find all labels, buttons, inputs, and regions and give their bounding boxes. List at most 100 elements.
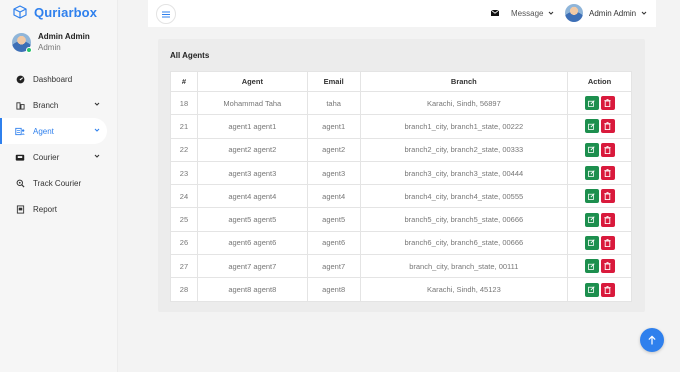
menu-toggle-button[interactable]: [156, 4, 176, 24]
edit-button[interactable]: [584, 119, 599, 134]
cell-branch: branch_city, branch_state, 00111: [359, 254, 569, 279]
delete-button[interactable]: [600, 166, 615, 181]
cell-agent: Mohammad Taha: [196, 90, 308, 116]
cell-id: 25: [170, 207, 198, 232]
delete-button[interactable]: [600, 119, 615, 134]
edit-button[interactable]: [584, 96, 599, 111]
cell-agent: agent8 agent8: [196, 277, 308, 302]
user-name: Admin Admin: [589, 8, 637, 18]
edit-button[interactable]: [584, 282, 599, 297]
arrow-up-icon: [648, 335, 656, 345]
cell-branch: branch6_city, branch6_state, 00666: [359, 230, 569, 256]
column-header-branch: Branch: [359, 71, 569, 92]
cell-id: 18: [170, 90, 198, 116]
cell-id: 28: [170, 277, 198, 302]
sidebar: Quriarbox Admin Admin Admin Dashboard Br…: [0, 0, 118, 372]
cell-email: agent6: [306, 230, 361, 256]
delete-button[interactable]: [600, 235, 615, 250]
delete-button[interactable]: [600, 282, 615, 297]
trash-icon: [604, 99, 611, 108]
table-row: 22 agent2 agent2 agent2 branch2_city, branc…: [170, 137, 632, 162]
table-row: 21 agent1 agent1 agent1 branch1_city, branc…: [170, 114, 632, 139]
scroll-to-top-button[interactable]: [640, 328, 664, 352]
edit-button[interactable]: [584, 189, 599, 204]
cell-agent: agent1 agent1: [196, 114, 308, 139]
branch-icon: [15, 100, 25, 110]
cell-email: agent4: [306, 184, 361, 209]
delete-button[interactable]: [600, 259, 615, 274]
avatar: [12, 33, 32, 54]
cell-email: agent2: [306, 137, 361, 162]
column-header-agent: Agent: [196, 71, 308, 92]
edit-button[interactable]: [584, 212, 599, 227]
trash-icon: [604, 215, 611, 224]
edit-button[interactable]: [584, 142, 599, 157]
topbar: Message Admin Admin: [148, 0, 656, 27]
cell-branch: branch1_city, branch1_state, 00222: [359, 114, 569, 139]
trash-icon: [604, 192, 611, 201]
message-dropdown[interactable]: Message: [488, 6, 554, 20]
cell-agent: agent6 agent6: [196, 230, 308, 256]
edit-icon: [588, 100, 595, 107]
cell-branch: branch2_city, branch2_state, 00333: [359, 137, 569, 162]
sidebar-item-label: Branch: [33, 100, 59, 110]
chevron-down-icon: [94, 128, 100, 132]
cell-branch: Karachi, Sindh, 56897: [359, 90, 569, 116]
sidebar-item-track-courier[interactable]: Track Courier: [0, 170, 118, 196]
edit-button[interactable]: [584, 259, 599, 274]
edit-button[interactable]: [584, 166, 599, 181]
cell-email: agent1: [306, 114, 361, 139]
sidebar-item-courier[interactable]: Courier: [0, 144, 118, 170]
edit-button[interactable]: [584, 235, 599, 250]
cell-email: agent7: [306, 254, 361, 279]
sidebar-item-dashboard[interactable]: Dashboard: [0, 66, 118, 92]
table-row: 25 agent5 agent5 agent5 branch5_city, branc…: [170, 207, 632, 232]
card-title: All Agents: [170, 51, 210, 60]
sidebar-item-label: Track Courier: [33, 178, 82, 188]
edit-icon: [588, 286, 595, 293]
cell-id: 22: [170, 137, 198, 162]
trash-icon: [604, 145, 611, 154]
cell-email: taha: [306, 90, 361, 116]
delete-button[interactable]: [600, 189, 615, 204]
delete-button[interactable]: [600, 212, 615, 227]
table-row: 27 agent7 agent7 agent7 branch_city, branch…: [170, 254, 632, 279]
cell-id: 27: [170, 254, 198, 279]
box-logo-icon: [13, 5, 27, 19]
report-icon: [15, 204, 25, 214]
edit-icon: [588, 146, 595, 154]
hamburger-icon: [162, 11, 170, 17]
delete-button[interactable]: [600, 96, 615, 111]
sidebar-item-agent[interactable]: Agent: [0, 118, 107, 144]
chevron-down-icon: [549, 11, 554, 15]
cell-branch: branch3_city, branch3_state, 00444: [359, 160, 569, 186]
cell-id: 26: [170, 230, 198, 256]
sidebar-item-branch[interactable]: Branch: [0, 92, 118, 118]
edit-icon: [588, 263, 595, 270]
user-dropdown[interactable]: Admin Admin: [565, 4, 647, 22]
cell-id: 23: [170, 160, 198, 186]
avatar: [565, 4, 583, 22]
cell-email: agent3: [306, 160, 361, 186]
cell-agent: agent4 agent4: [196, 184, 308, 209]
trash-icon: [604, 169, 611, 178]
delete-button[interactable]: [600, 142, 615, 157]
sidebar-profile[interactable]: Admin Admin Admin: [12, 32, 90, 54]
table-row: 18 Mohammad Taha taha Karachi, Sindh, 56897: [170, 90, 632, 116]
edit-icon: [588, 216, 595, 223]
track-icon: [15, 178, 25, 188]
cell-action: [567, 184, 632, 209]
chevron-down-icon: [641, 11, 647, 15]
cell-action: [567, 230, 632, 256]
edit-icon: [588, 239, 595, 247]
courier-icon: [15, 152, 25, 162]
sidebar-item-report[interactable]: Report: [0, 196, 118, 222]
table-header-row: # Agent Email Branch Action: [170, 71, 632, 92]
envelope-icon: [488, 6, 502, 20]
cell-action: [567, 137, 632, 162]
brand[interactable]: Quriarbox: [12, 3, 97, 21]
cell-branch: branch5_city, branch5_state, 00666: [359, 207, 569, 232]
cell-branch: branch4_city, branch4_state, 00555: [359, 184, 569, 209]
cell-agent: agent3 agent3: [196, 160, 308, 186]
trash-icon: [604, 239, 611, 247]
